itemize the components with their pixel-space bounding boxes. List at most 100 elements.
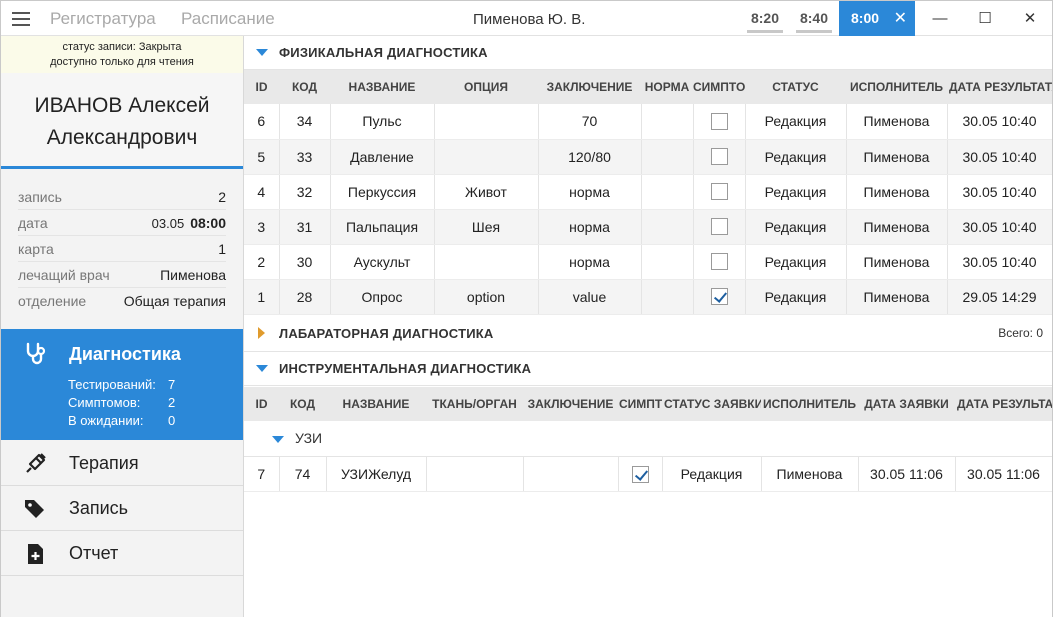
menu-item-report[interactable]: Отчет [1,531,243,576]
col-code[interactable]: КОД [279,387,326,421]
cell-result-date: 29.05 14:29 [947,279,1052,315]
cell-id: 4 [244,174,280,210]
cell-executor: Пименова [846,174,948,210]
cell-name: Давление [330,139,435,175]
col-symptom[interactable]: СИМПТО [693,70,745,104]
nav-registry[interactable]: Регистратура [50,9,156,29]
cell-name: Опрос [330,279,435,315]
cell-name: Пульс [330,104,435,140]
patient-patronymic: Александрович [46,126,198,149]
col-request-date[interactable]: ДАТА ЗАЯВКИ [858,387,955,421]
maximize-button[interactable]: ☐ [962,1,1008,36]
cell-result-date: 30.05 10:40 [947,174,1052,210]
symptom-checkbox[interactable] [710,113,728,131]
cell-norm [641,244,694,280]
table-row[interactable]: 3 31 Пальпация Шея норма Редакция Пименова 30.0… [244,209,1052,245]
col-name[interactable]: НАЗВАНИЕ [326,387,426,421]
time-tab-active[interactable]: 8:00 ✕ [839,1,915,36]
symptom-checkbox[interactable] [631,465,649,483]
col-id[interactable]: ID [244,70,279,104]
symptom-checkbox[interactable] [710,148,728,166]
cell-symptom[interactable] [693,139,746,175]
cell-conclusion [523,456,619,492]
collapse-arrow-icon[interactable] [272,436,284,443]
stat-value: 0 [168,413,176,428]
tag-icon [25,500,44,518]
title-bar: Регистратура Расписание Пименова Ю. В. 8… [1,1,1052,36]
col-conclusion[interactable]: ЗАКЛЮЧЕНИЕ [538,70,641,104]
lab-count: Всего: 0 [998,326,1043,340]
col-result-date[interactable]: ДАТА РЕЗУЛЬТАТА [955,387,1052,421]
menu-label: Диагностика [69,344,181,364]
symptom-checkbox[interactable] [710,288,728,306]
instrumental-table: ID КОД НАЗВАНИЕ ТКАНЬ/ОРГАН ЗАКЛЮЧЕНИЕ С… [244,387,1052,421]
nav-schedule[interactable]: Расписание [181,9,275,29]
col-status[interactable]: СТАТУС [745,70,846,104]
group-label: УЗИ [295,430,323,446]
cell-option [434,104,539,140]
table-row[interactable]: 5 33 Давление 120/80 Редакция Пименова 30.05 1… [244,139,1052,175]
physical-section-header[interactable]: ФИЗИКАЛЬНАЯ ДИАГНОСТИКА [244,36,1052,70]
cell-symptom[interactable] [693,279,746,315]
record-status: статус записи: Закрыта доступно только д… [1,36,243,73]
cell-symptom[interactable] [693,209,746,245]
col-tissue[interactable]: ТКАНЬ/ОРГАН [426,387,523,421]
col-executor[interactable]: ИСПОЛНИТЕЛЬ [846,70,947,104]
menu-item-therapy[interactable]: Терапия [1,441,243,486]
col-option[interactable]: ОПЦИЯ [434,70,538,104]
time-tab[interactable]: 8:20 [747,1,783,36]
cell-name: УЗИЖелуд [326,456,427,492]
close-tab-icon[interactable]: ✕ [894,1,907,36]
group-row-uzi[interactable]: УЗИ [244,422,1052,456]
cell-id: 3 [244,209,280,245]
collapse-arrow-icon[interactable] [256,365,268,372]
cell-status: Пименова [761,456,859,492]
current-user: Пименова Ю. В. [473,11,586,28]
status-line: статус записи: Закрыта [62,41,182,53]
table-row[interactable]: 1 28 Опрос option value Редакция Пименова 29.05… [244,279,1052,315]
menu-item-record[interactable]: Запись [1,486,243,531]
symptom-checkbox[interactable] [710,183,728,201]
time-tab[interactable]: 8:40 [796,1,832,36]
cell-option [434,244,539,280]
col-result-date[interactable]: ДАТА РЕЗУЛЬТАТА [947,70,1052,104]
info-value: Общая терапия [123,293,226,309]
expand-arrow-icon[interactable] [258,327,265,339]
table-row[interactable]: 6 34 Пульс 70 Редакция Пименова 30.05 10:40 [244,104,1052,140]
cell-status: Редакция [745,279,847,315]
col-code[interactable]: КОД [279,70,330,104]
cell-symptom[interactable] [693,104,746,140]
record-info: запись 2 дата 03.05 08:00 карта 1 лечащий… [1,169,243,330]
info-date: 03.05 [151,216,185,231]
col-norm[interactable]: НОРМА [641,70,693,104]
lab-section-header[interactable]: ЛАБАРАТОРНАЯ ДИАГНОСТИКА Всего: 0 [244,316,1052,352]
table-row[interactable]: 4 32 Перкуссия Живот норма Редакция Пименова 30… [244,174,1052,210]
hamburger-menu-icon[interactable] [12,12,30,26]
col-id[interactable]: ID [244,387,279,421]
collapse-arrow-icon[interactable] [256,49,268,56]
info-key: дата [18,215,48,231]
time-tab-label: 8:00 [851,10,880,26]
cell-executor: 30.05 11:06 [858,456,956,492]
section-title: ФИЗИКАЛЬНАЯ ДИАГНОСТИКА [279,45,488,60]
instrumental-section-header[interactable]: ИНСТРУМЕНТАЛЬНАЯ ДИАГНОСТИКА [244,352,1052,386]
col-name[interactable]: НАЗВАНИЕ [330,70,434,104]
cell-option: Шея [434,209,539,245]
table-row[interactable]: 2 30 Аускульт норма Редакция Пименова 30.05 10… [244,244,1052,280]
cell-symptom[interactable] [693,174,746,210]
close-window-button[interactable]: ✕ [1007,1,1053,36]
cell-norm[interactable] [618,456,663,492]
cell-symptom[interactable] [693,244,746,280]
col-executor[interactable]: ИСПОЛНИТЕЛЬ [761,387,858,421]
table-row[interactable]: 7 74 УЗИЖелуд Редакция Пименова 30.05 11:06 30… [244,456,1052,492]
minimize-button[interactable]: — [917,1,963,36]
col-request-status[interactable]: СТАТУС ЗАЯВКИ [662,387,761,421]
symptom-checkbox[interactable] [710,218,728,236]
col-conclusion[interactable]: ЗАКЛЮЧЕНИЕ [523,387,618,421]
cell-id: 1 [244,279,280,315]
time-tab-label: 8:20 [750,10,780,26]
cell-norm [641,209,694,245]
col-symptom[interactable]: СИМПТО [618,387,662,421]
menu-item-diagnostics[interactable]: Диагностика Тестирований: 7 Симптомов: 2 В… [1,329,243,440]
symptom-checkbox[interactable] [710,253,728,271]
